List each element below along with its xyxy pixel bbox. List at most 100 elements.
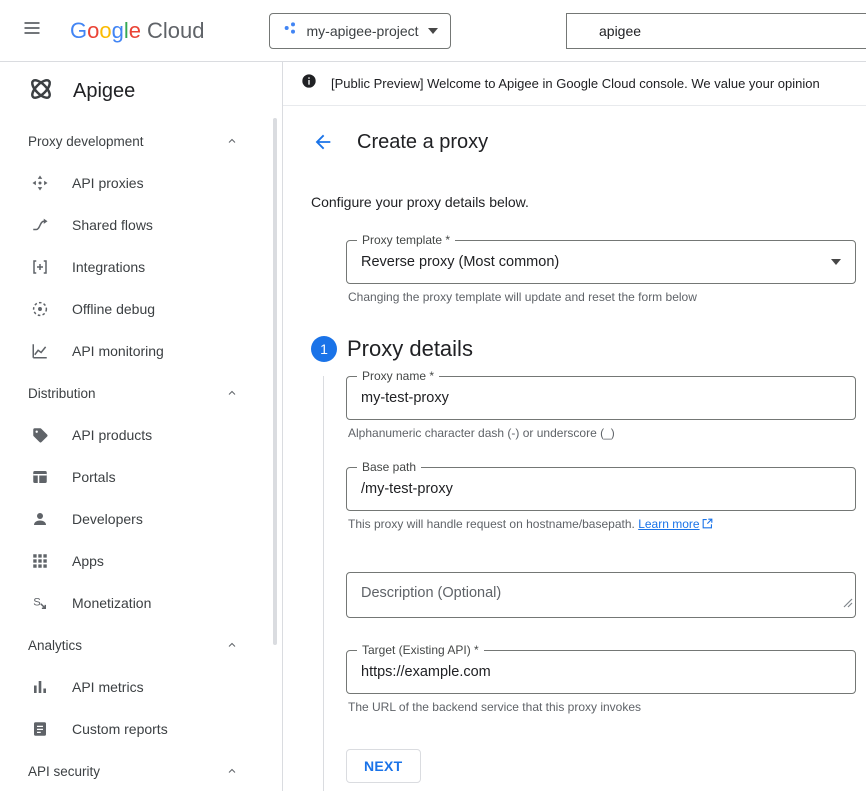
banner-text: [Public Preview] Welcome to Apigee in Go…	[331, 76, 820, 91]
sidebar-item-portals[interactable]: Portals	[0, 456, 282, 498]
proxy-template-label: Proxy template *	[357, 233, 455, 248]
sidebar-item-label: Integrations	[72, 259, 145, 275]
sidebar-item-offline-debug[interactable]: Offline debug	[0, 288, 282, 330]
logo-letter: G	[70, 18, 87, 44]
portals-icon	[30, 467, 50, 487]
product-name: Apigee	[73, 80, 135, 103]
back-button[interactable]	[311, 130, 335, 154]
project-selector[interactable]: my-apigee-project	[269, 13, 451, 49]
proxy-name-label: Proxy name *	[357, 369, 439, 384]
sidebar-item-label: Custom reports	[72, 721, 168, 737]
apigee-logo	[26, 74, 56, 109]
proxy-template-helper: Changing the proxy template will update …	[346, 290, 866, 304]
topbar: G o o g l e Cloud my-apigee-project	[0, 0, 866, 62]
sidebar-item-label: API products	[72, 427, 152, 443]
sidebar-item-custom-reports[interactable]: Custom reports	[0, 708, 282, 750]
chevron-up-icon	[226, 135, 238, 147]
section-label: Analytics	[28, 638, 82, 653]
chevron-down-icon	[831, 259, 841, 265]
page-title: Create a proxy	[357, 131, 488, 154]
next-button[interactable]: NEXT	[346, 749, 421, 783]
proxy-template-value: Reverse proxy (Most common)	[361, 254, 559, 270]
search-input[interactable]	[567, 14, 866, 48]
sidebar-item-label: Apps	[72, 553, 104, 569]
info-icon	[301, 73, 317, 94]
sidebar-item-label: Monetization	[72, 595, 151, 611]
logo-letter: e	[129, 18, 141, 44]
sidebar-item-api-monitoring[interactable]: API monitoring	[0, 330, 282, 372]
section-label: API security	[28, 764, 100, 779]
project-selector-label: my-apigee-project	[307, 23, 419, 39]
chevron-up-icon	[226, 639, 238, 651]
target-value: https://example.com	[361, 664, 491, 680]
section-api-security[interactable]: API security	[0, 750, 282, 791]
description-input[interactable]	[346, 572, 856, 618]
main-content: [Public Preview] Welcome to Apigee in Go…	[283, 62, 866, 791]
section-label: Distribution	[28, 386, 96, 401]
sidebar-item-apps[interactable]: Apps	[0, 540, 282, 582]
sidebar-item-label: API metrics	[72, 679, 144, 695]
target-group: Target (Existing API) * https://example.…	[346, 650, 866, 714]
google-cloud-logo: G o o g l e Cloud	[70, 18, 205, 44]
proxy-name-value: my-test-proxy	[361, 390, 449, 406]
chevron-up-icon	[226, 387, 238, 399]
search-box	[566, 13, 866, 49]
sidebar-item-api-proxies[interactable]: API proxies	[0, 162, 282, 204]
integrations-icon	[30, 257, 50, 277]
proxy-name-group: Proxy name * my-test-proxy Alphanumeric …	[346, 376, 866, 440]
logo-letter: g	[112, 18, 124, 44]
sidebar-item-api-products[interactable]: API products	[0, 414, 282, 456]
external-link-icon	[702, 518, 713, 532]
base-path-value: /my-test-proxy	[361, 481, 453, 497]
target-helper: The URL of the backend service that this…	[346, 700, 866, 714]
api-metrics-icon	[30, 677, 50, 697]
hamburger-icon	[22, 18, 42, 43]
proxy-template-select[interactable]: Proxy template * Reverse proxy (Most com…	[346, 240, 856, 284]
step1-body: Proxy name * my-test-proxy Alphanumeric …	[323, 376, 866, 791]
developers-icon	[30, 509, 50, 529]
logo-cloud-text: Cloud	[147, 18, 204, 44]
base-path-label: Base path	[357, 460, 421, 475]
sidebar-item-integrations[interactable]: Integrations	[0, 246, 282, 288]
step1-header: 1 Proxy details	[311, 336, 866, 362]
learn-more-link[interactable]: Learn more	[638, 517, 699, 531]
hamburger-menu-button[interactable]	[20, 19, 44, 43]
chevron-up-icon	[226, 765, 238, 777]
sidebar-item-shared-flows[interactable]: Shared flows	[0, 204, 282, 246]
base-path-group: Base path /my-test-proxy This proxy will…	[346, 467, 866, 532]
offline-debug-icon	[30, 299, 50, 319]
sidebar-item-monetization[interactable]: S Monetization	[0, 582, 282, 624]
target-label: Target (Existing API) *	[357, 643, 484, 658]
proxy-name-helper: Alphanumeric character dash (-) or under…	[346, 426, 866, 440]
chevron-down-icon	[428, 28, 438, 34]
public-preview-banner: [Public Preview] Welcome to Apigee in Go…	[283, 62, 866, 106]
api-products-icon	[30, 425, 50, 445]
section-analytics[interactable]: Analytics	[0, 624, 282, 666]
target-field[interactable]: Target (Existing API) * https://example.…	[346, 650, 856, 694]
sidebar-item-label: API proxies	[72, 175, 144, 191]
base-path-field[interactable]: Base path /my-test-proxy	[346, 467, 856, 511]
project-icon	[282, 20, 298, 41]
description-group	[346, 572, 866, 618]
apps-icon	[30, 551, 50, 571]
section-distribution[interactable]: Distribution	[0, 372, 282, 414]
sidebar-scrollbar[interactable]	[273, 118, 277, 645]
api-monitoring-icon	[30, 341, 50, 361]
sidebar-header: Apigee	[0, 62, 282, 120]
logo-letter: o	[87, 18, 99, 44]
sidebar-item-label: API monitoring	[72, 343, 164, 359]
page-header: Create a proxy	[311, 126, 866, 158]
sidebar: Apigee Proxy development API proxies Sha…	[0, 62, 283, 791]
create-proxy-page: Create a proxy Configure your proxy deta…	[283, 106, 866, 791]
custom-reports-icon	[30, 719, 50, 739]
base-path-helper: This proxy will handle request on hostna…	[346, 517, 866, 532]
section-proxy-development[interactable]: Proxy development	[0, 120, 282, 162]
sidebar-item-label: Shared flows	[72, 217, 153, 233]
proxy-template-group: Proxy template * Reverse proxy (Most com…	[346, 240, 866, 304]
sidebar-item-api-metrics[interactable]: API metrics	[0, 666, 282, 708]
sidebar-item-label: Offline debug	[72, 301, 155, 317]
section-label: Proxy development	[28, 134, 144, 149]
proxy-name-field[interactable]: Proxy name * my-test-proxy	[346, 376, 856, 420]
svg-text:S: S	[33, 596, 41, 608]
sidebar-item-developers[interactable]: Developers	[0, 498, 282, 540]
